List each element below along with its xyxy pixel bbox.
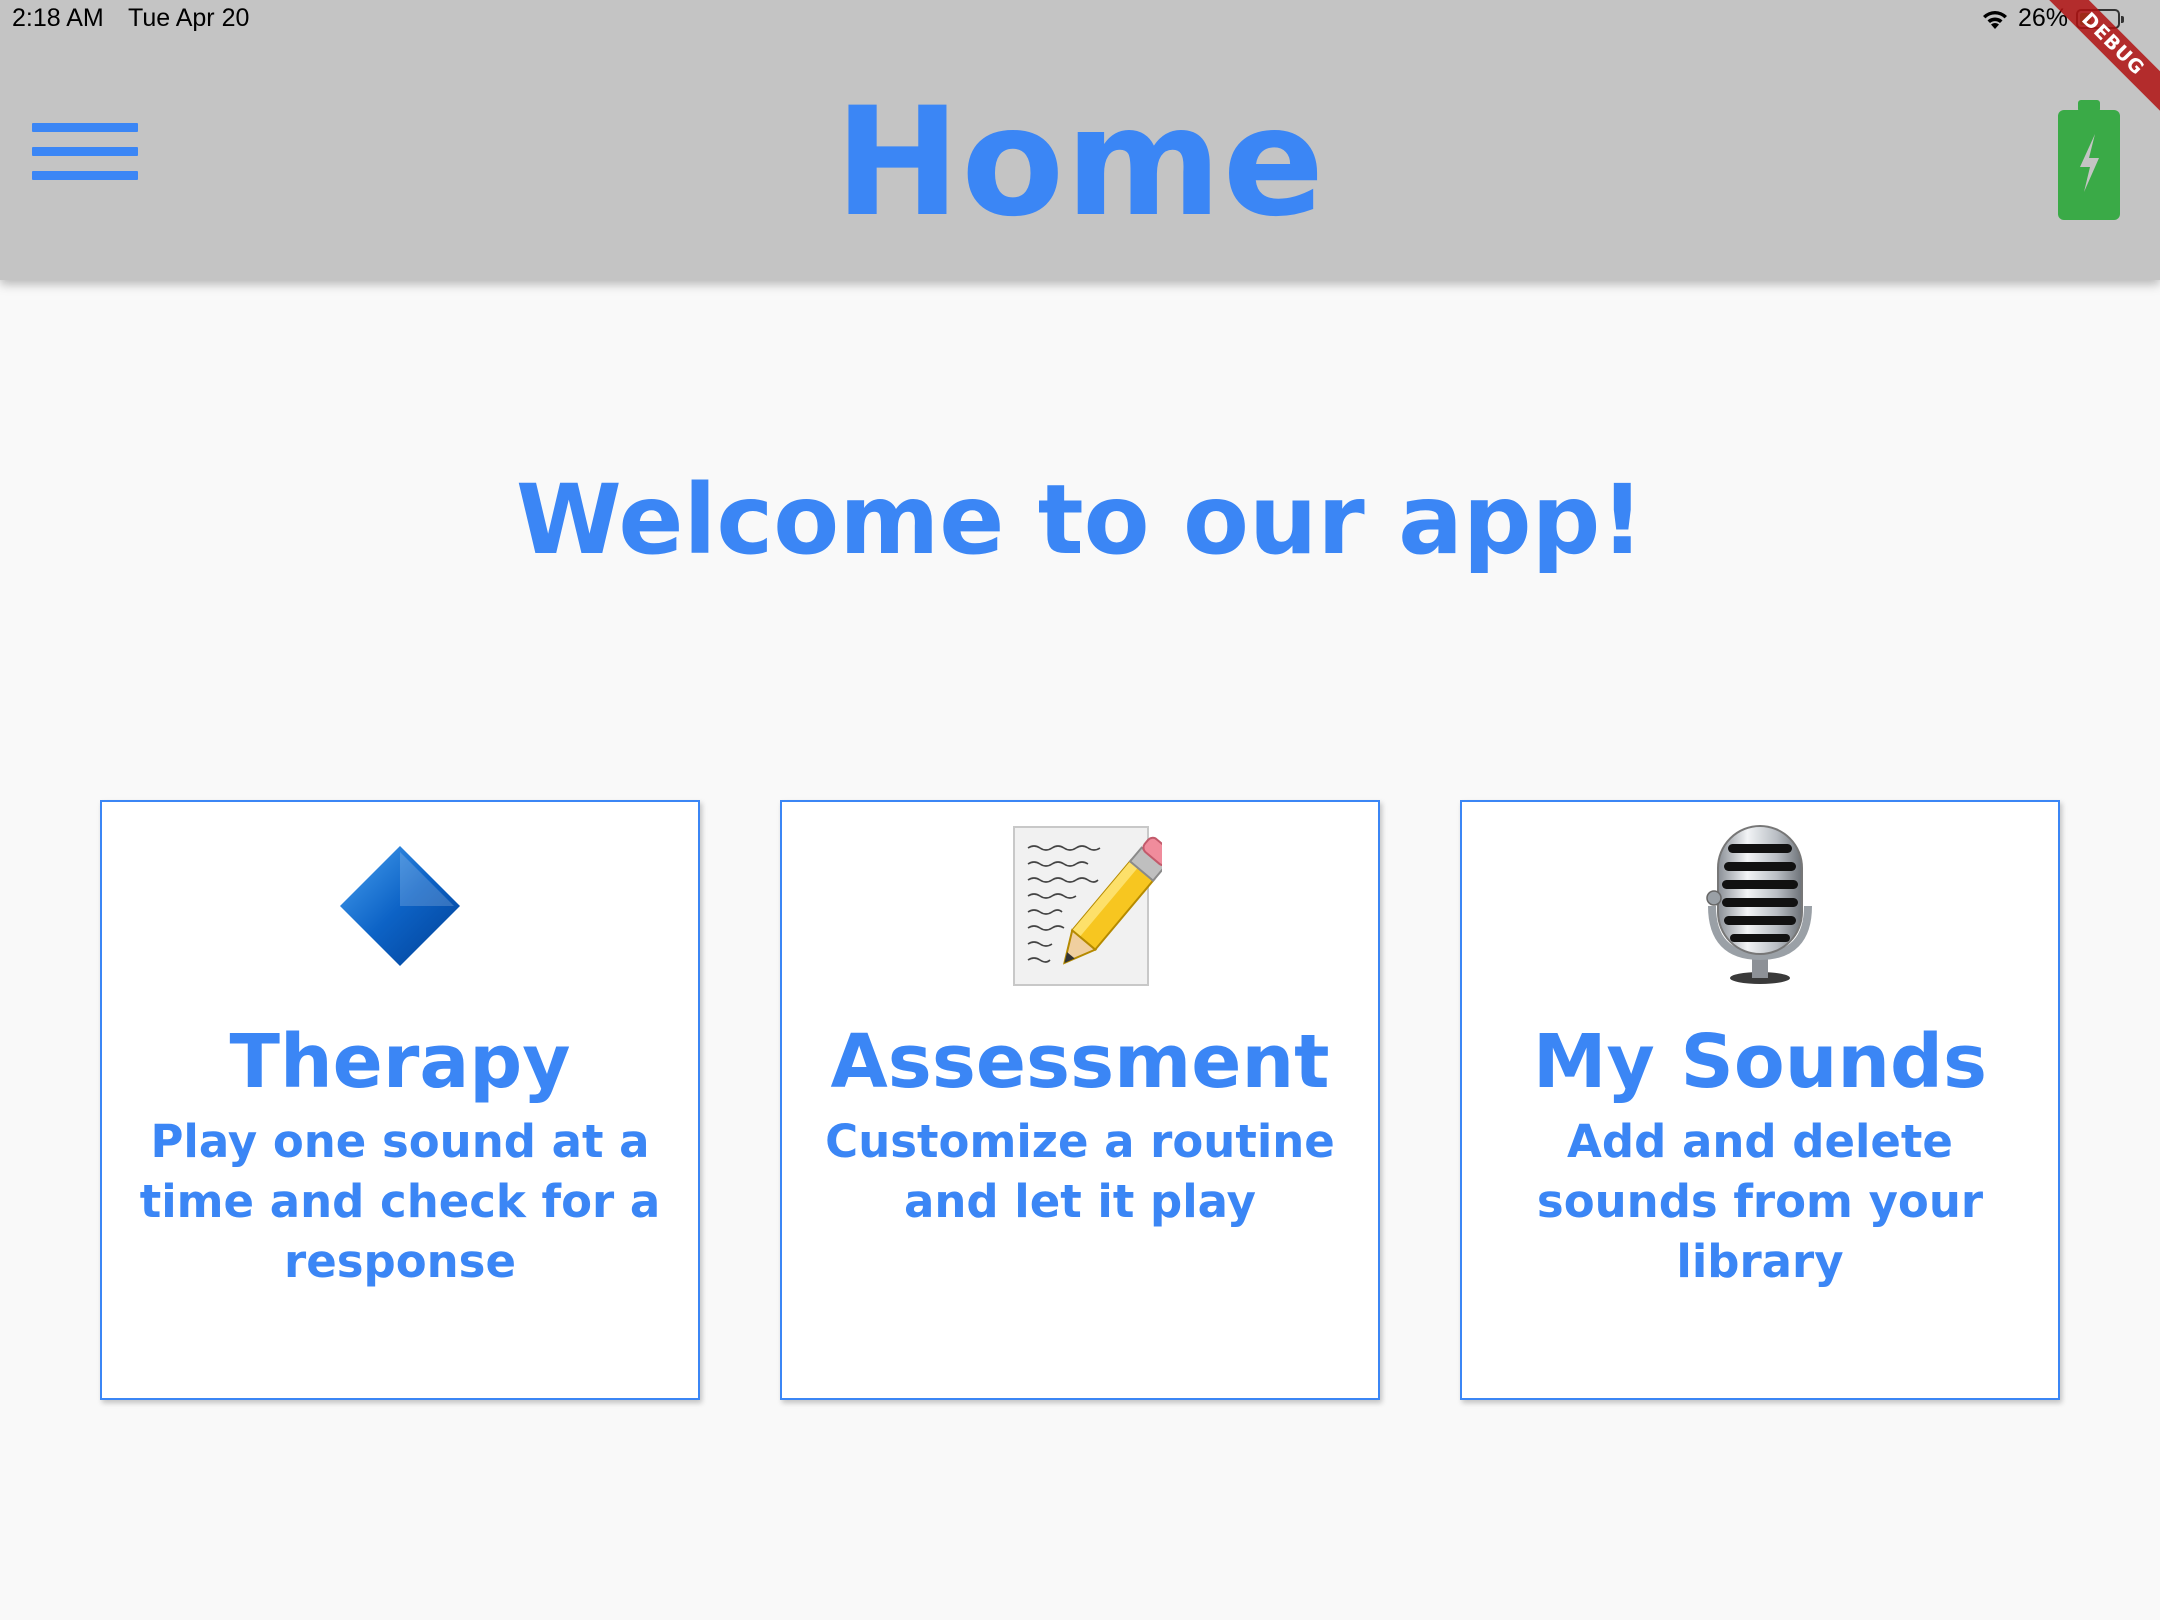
- card-title: Assessment: [830, 1019, 1330, 1105]
- battery-button[interactable]: [2058, 100, 2120, 220]
- app-bar: 2:18 AM Tue Apr 20 26% Home: [0, 0, 2160, 280]
- my-sounds-card[interactable]: My Sounds Add and delete sounds from you…: [1460, 800, 2060, 1400]
- card-title: My Sounds: [1532, 1019, 1988, 1105]
- assessment-card[interactable]: Assessment Customize a routine and let i…: [780, 800, 1380, 1400]
- wifi-icon: [1980, 7, 2010, 31]
- card-description: Play one sound at a time and check for a…: [139, 1115, 661, 1288]
- card-title: Therapy: [229, 1019, 571, 1105]
- blue-diamond-icon: [318, 822, 482, 986]
- page-title: Home: [834, 76, 1326, 250]
- status-date: Tue Apr 20: [128, 4, 250, 32]
- status-time: 2:18 AM: [12, 4, 104, 32]
- card-description: Add and delete sounds from your library: [1536, 1115, 1984, 1288]
- memo-pencil-icon: [998, 822, 1174, 986]
- welcome-heading: Welcome to our app!: [515, 464, 1645, 576]
- battery-charging-icon: [2058, 100, 2120, 224]
- therapy-card[interactable]: Therapy Play one sound at a time and che…: [100, 800, 700, 1400]
- microphone-icon: [1678, 822, 1842, 986]
- card-description: Customize a routine and let it play: [825, 1115, 1335, 1228]
